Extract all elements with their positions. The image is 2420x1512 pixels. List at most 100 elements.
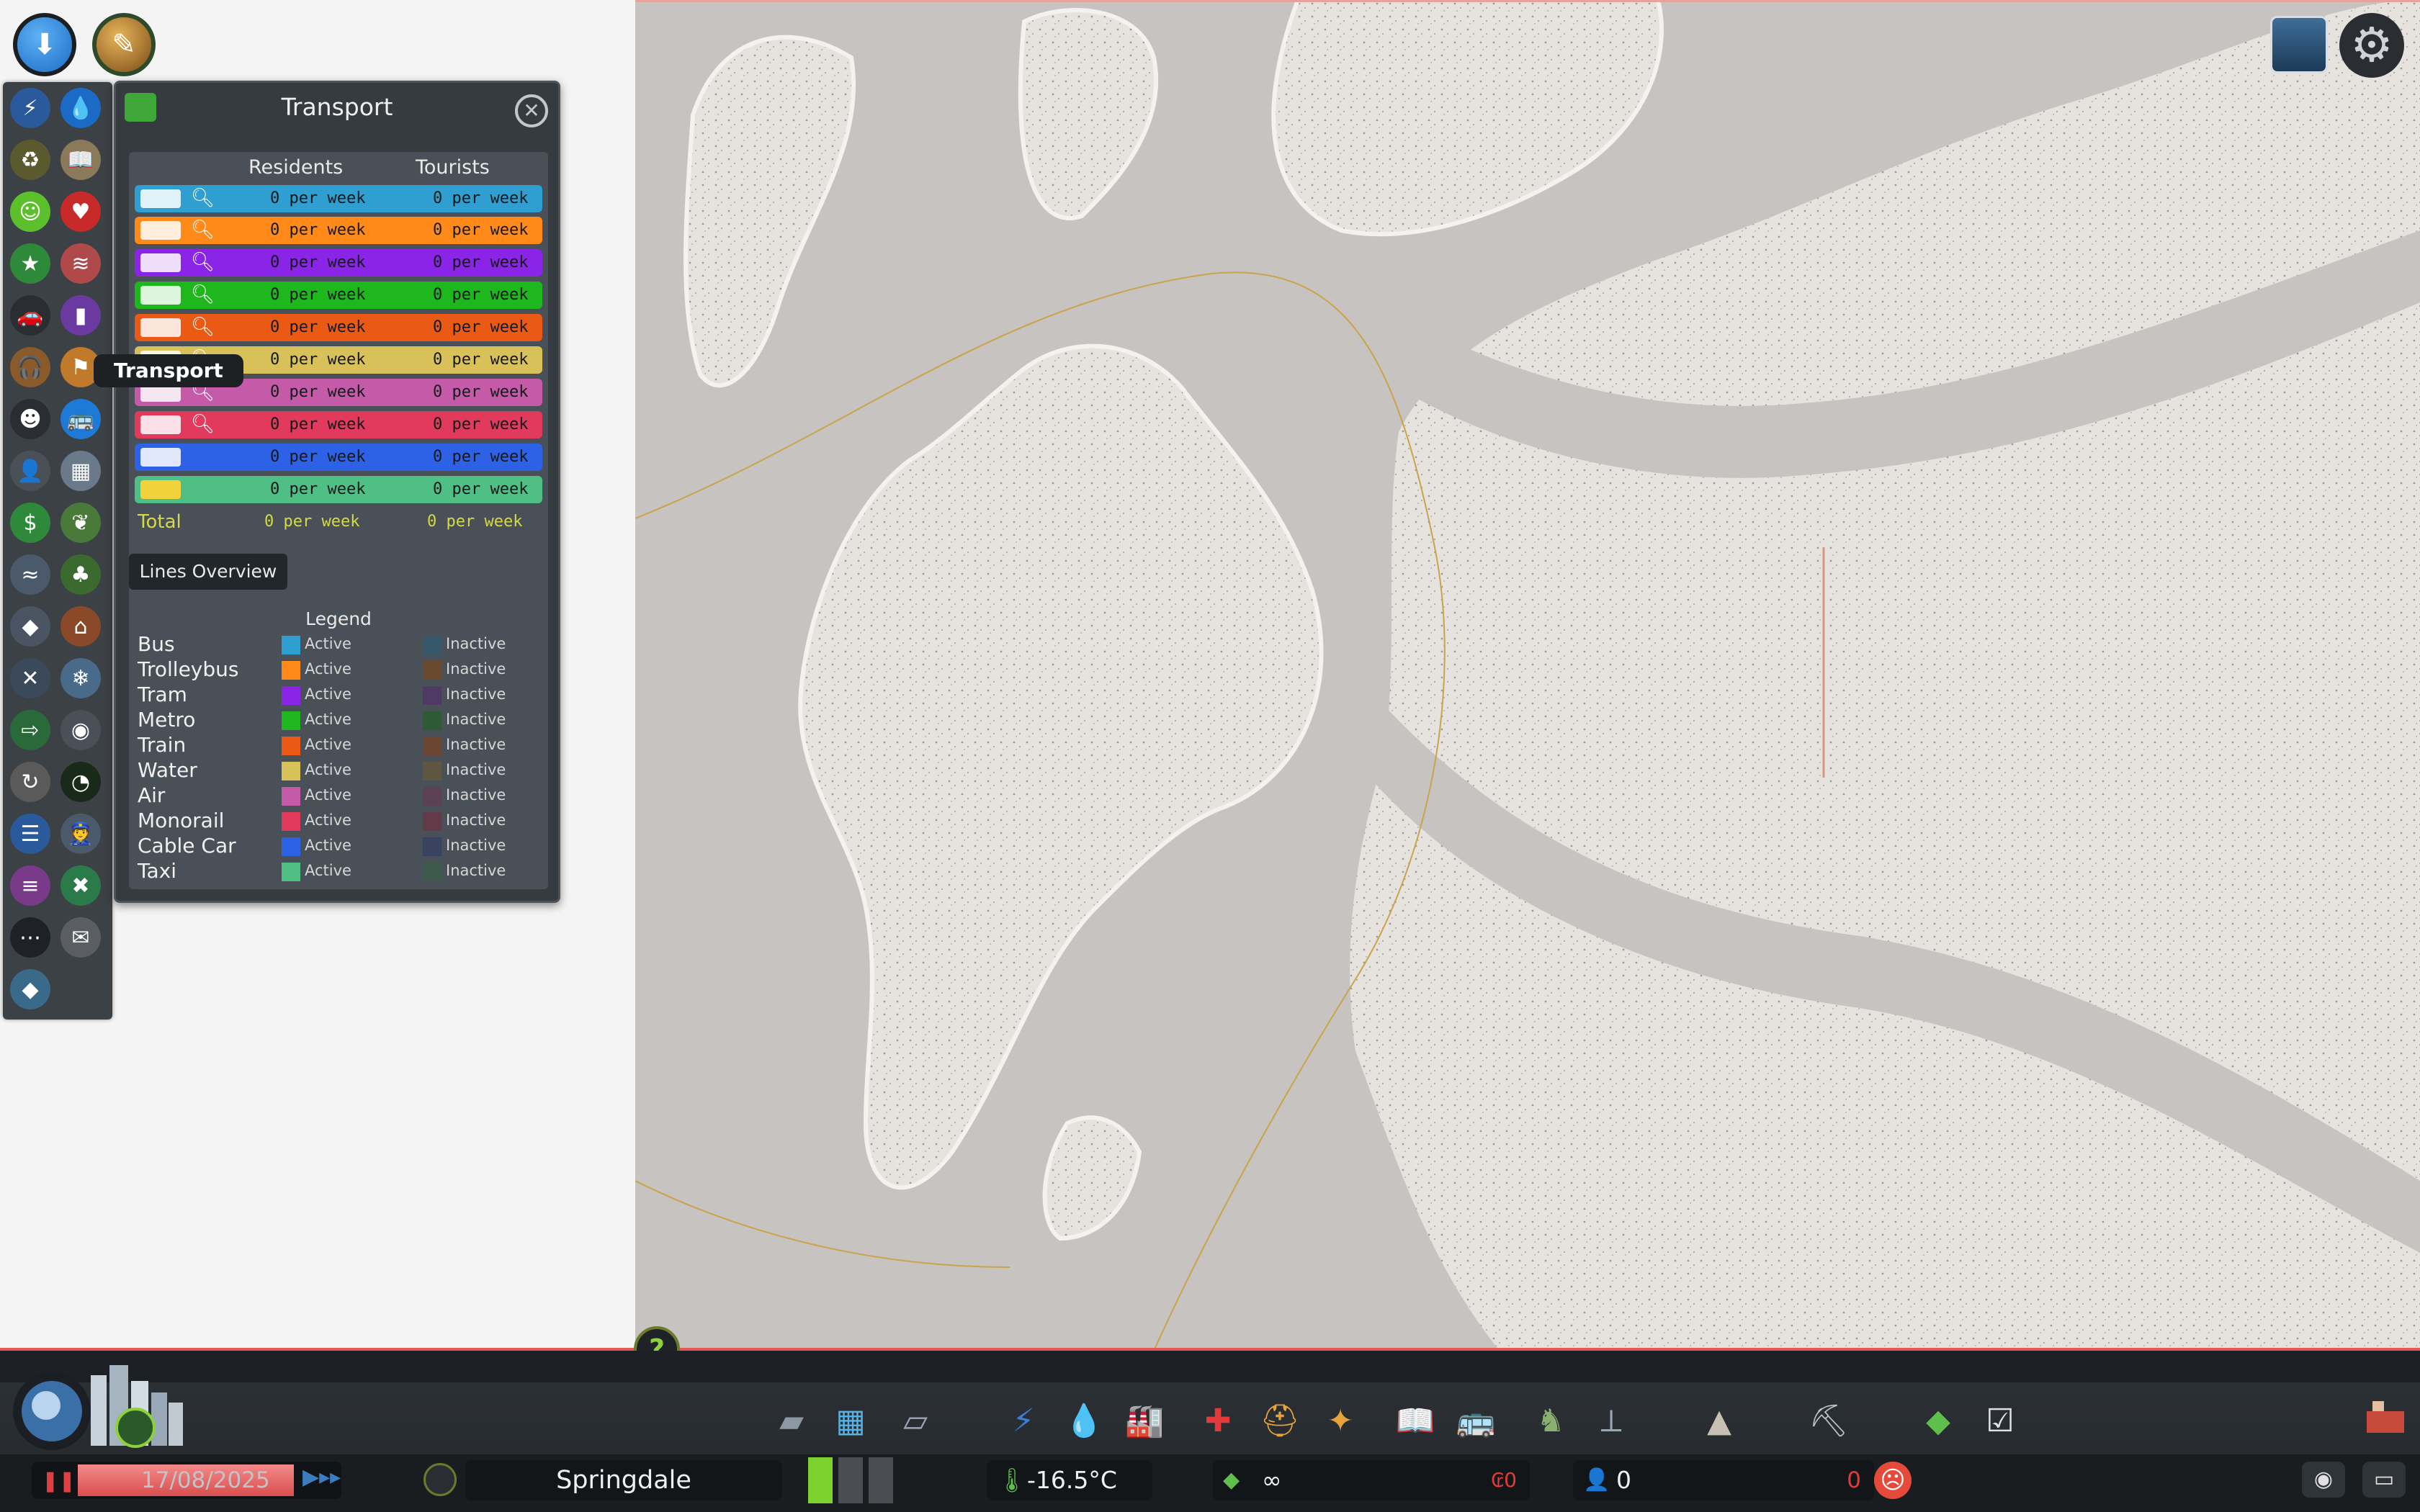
settings-button[interactable]: ⚙: [2339, 13, 2404, 78]
residents-value: 0 per week: [270, 189, 366, 207]
public-transport-icon[interactable]: ☻: [10, 399, 50, 439]
tooltip: Transport: [94, 354, 243, 387]
toolbar-tab-strip: [0, 1351, 2420, 1382]
fish-icon[interactable]: ◆: [10, 969, 50, 1009]
active-swatch: [282, 863, 300, 881]
pause-icon[interactable]: ❚❚: [42, 1469, 76, 1493]
money-icon[interactable]: ◆: [1916, 1398, 1960, 1443]
terraforming-icon[interactable]: ⛏: [1806, 1398, 1851, 1443]
tourists-value: 0 per week: [433, 286, 529, 304]
garbage-icon[interactable]: 🏭: [1122, 1398, 1167, 1443]
land-value-icon[interactable]: ▦: [60, 451, 101, 491]
inactive-swatch: [423, 812, 442, 831]
search-icon[interactable]: 🔍︎: [191, 252, 215, 272]
population-display[interactable]: 👤 0 0: [1573, 1460, 1874, 1500]
mail-icon[interactable]: ✉: [60, 917, 101, 958]
search-icon[interactable]: 🔍︎: [191, 414, 215, 434]
lines-overview-button[interactable]: Lines Overview: [129, 554, 287, 590]
milestones-unlock-button[interactable]: ✎: [92, 13, 156, 76]
policies-icon[interactable]: ☑: [1978, 1398, 2022, 1443]
happiness-icon[interactable]: ☺: [10, 192, 50, 232]
landscaping-icon[interactable]: ▲: [1697, 1398, 1742, 1443]
post-icon[interactable]: ⋯: [10, 917, 50, 958]
close-button[interactable]: ✕: [515, 94, 548, 127]
city-name[interactable]: Springdale: [465, 1460, 782, 1500]
police-icon[interactable]: 👮: [60, 814, 101, 854]
maintenance-icon[interactable]: ✕: [10, 658, 50, 698]
search-icon[interactable]: 🔍︎: [191, 188, 215, 208]
districts-icon[interactable]: ◆: [10, 606, 50, 647]
free-camera-button[interactable]: ▭: [2362, 1462, 2406, 1498]
heating-icon[interactable]: ≡: [10, 865, 50, 906]
education-icon[interactable]: 📖: [1393, 1398, 1438, 1443]
population-change: 0: [1847, 1467, 1861, 1493]
time-control[interactable]: ❚❚ 17/08/2025: [32, 1462, 341, 1499]
wind-icon[interactable]: ≋: [60, 243, 101, 284]
transport-icon[interactable]: 🚌: [1453, 1398, 1498, 1443]
fire-icon[interactable]: ⛑: [1258, 1398, 1302, 1443]
unique-buildings-icon[interactable]: [2362, 1397, 2408, 1437]
city-home-button[interactable]: ⬇: [13, 13, 76, 76]
game-map-view[interactable]: [635, 0, 2420, 1351]
roads-icon[interactable]: ▰: [769, 1398, 814, 1443]
tourists-value: 0 per week: [433, 351, 529, 369]
escape-routes-icon[interactable]: ☰: [10, 814, 50, 854]
parks-icon[interactable]: ♞: [1528, 1398, 1573, 1443]
game-date: 17/08/2025: [141, 1467, 270, 1493]
zoning-icon[interactable]: ▦: [828, 1398, 873, 1443]
active-swatch: [282, 711, 300, 730]
road-routes-icon[interactable]: ⇨: [10, 710, 50, 750]
tours-icon[interactable]: ↻: [10, 762, 50, 802]
water-icon[interactable]: 💧: [60, 88, 101, 128]
milestones-unlock-icon: ✎: [112, 28, 136, 61]
inactive-label: Inactive: [446, 660, 506, 678]
tourists-value: 0 per week: [433, 383, 529, 401]
active-label: Active: [305, 711, 351, 728]
radio-icon[interactable]: ◔: [60, 762, 101, 802]
road-maintenance-icon[interactable]: ✖: [60, 865, 101, 906]
search-icon[interactable]: 🔍︎: [191, 284, 215, 305]
inactive-label: Inactive: [446, 736, 506, 753]
buildings-level-icon[interactable]: ⌂: [60, 606, 101, 647]
monuments-icon[interactable]: ⟂: [1589, 1398, 1634, 1443]
parks-icon[interactable]: ♣: [60, 554, 101, 595]
snow-icon[interactable]: ❄: [60, 658, 101, 698]
pollution-icon[interactable]: ▮: [60, 295, 101, 336]
natural-resources-icon[interactable]: ❦: [60, 503, 101, 543]
sad-face-icon[interactable]: ☹: [1874, 1462, 1912, 1499]
traffic-icon[interactable]: 🚗: [10, 295, 50, 336]
content-manager-button[interactable]: [2270, 16, 2328, 73]
legend-row-monorail: Monorail Active Inactive: [129, 808, 548, 833]
search-icon[interactable]: 🔍︎: [191, 317, 215, 337]
inactive-swatch: [423, 686, 442, 705]
fishing-icon[interactable]: ≈: [10, 554, 50, 595]
residents-value: 0 per week: [270, 480, 366, 498]
speed-control-icon[interactable]: ▶▸▸: [302, 1464, 341, 1490]
electricity-icon[interactable]: ⚡: [10, 88, 50, 128]
chirper-city-icon[interactable]: [6, 1359, 207, 1453]
education-icon[interactable]: 📖: [60, 140, 101, 180]
money-display[interactable]: ◆ ∞ ₢0: [1213, 1460, 1530, 1500]
city-info-button[interactable]: [424, 1463, 457, 1496]
legend-name: Tram: [138, 683, 187, 706]
inactive-swatch: [423, 863, 442, 881]
finances-icon[interactable]: $: [10, 503, 50, 543]
electricity-icon[interactable]: ⚡: [1001, 1398, 1046, 1443]
camera-button[interactable]: ◉: [2302, 1462, 2345, 1498]
bus-icon[interactable]: 🚌: [60, 399, 101, 439]
districts-icon[interactable]: ▱: [893, 1398, 938, 1443]
population-icon[interactable]: 👤: [10, 451, 50, 491]
health-icon[interactable]: ✚: [1196, 1398, 1240, 1443]
search-icon[interactable]: 🔍︎: [191, 220, 215, 240]
map-top-border: [635, 0, 2420, 2]
inactive-label: Inactive: [446, 837, 506, 854]
camera-icon[interactable]: ◉: [60, 710, 101, 750]
water-icon[interactable]: 💧: [1062, 1398, 1106, 1443]
residents-value: 0 per week: [270, 351, 366, 369]
police-icon[interactable]: ✦: [1318, 1398, 1363, 1443]
health-icon[interactable]: ♥: [60, 192, 101, 232]
legend-row-cable-car: Cable Car Active Inactive: [129, 833, 548, 858]
noise-icon[interactable]: 🎧: [10, 347, 50, 387]
fire-safety-icon[interactable]: ★: [10, 243, 50, 284]
garbage-icon[interactable]: ♻: [10, 140, 50, 180]
